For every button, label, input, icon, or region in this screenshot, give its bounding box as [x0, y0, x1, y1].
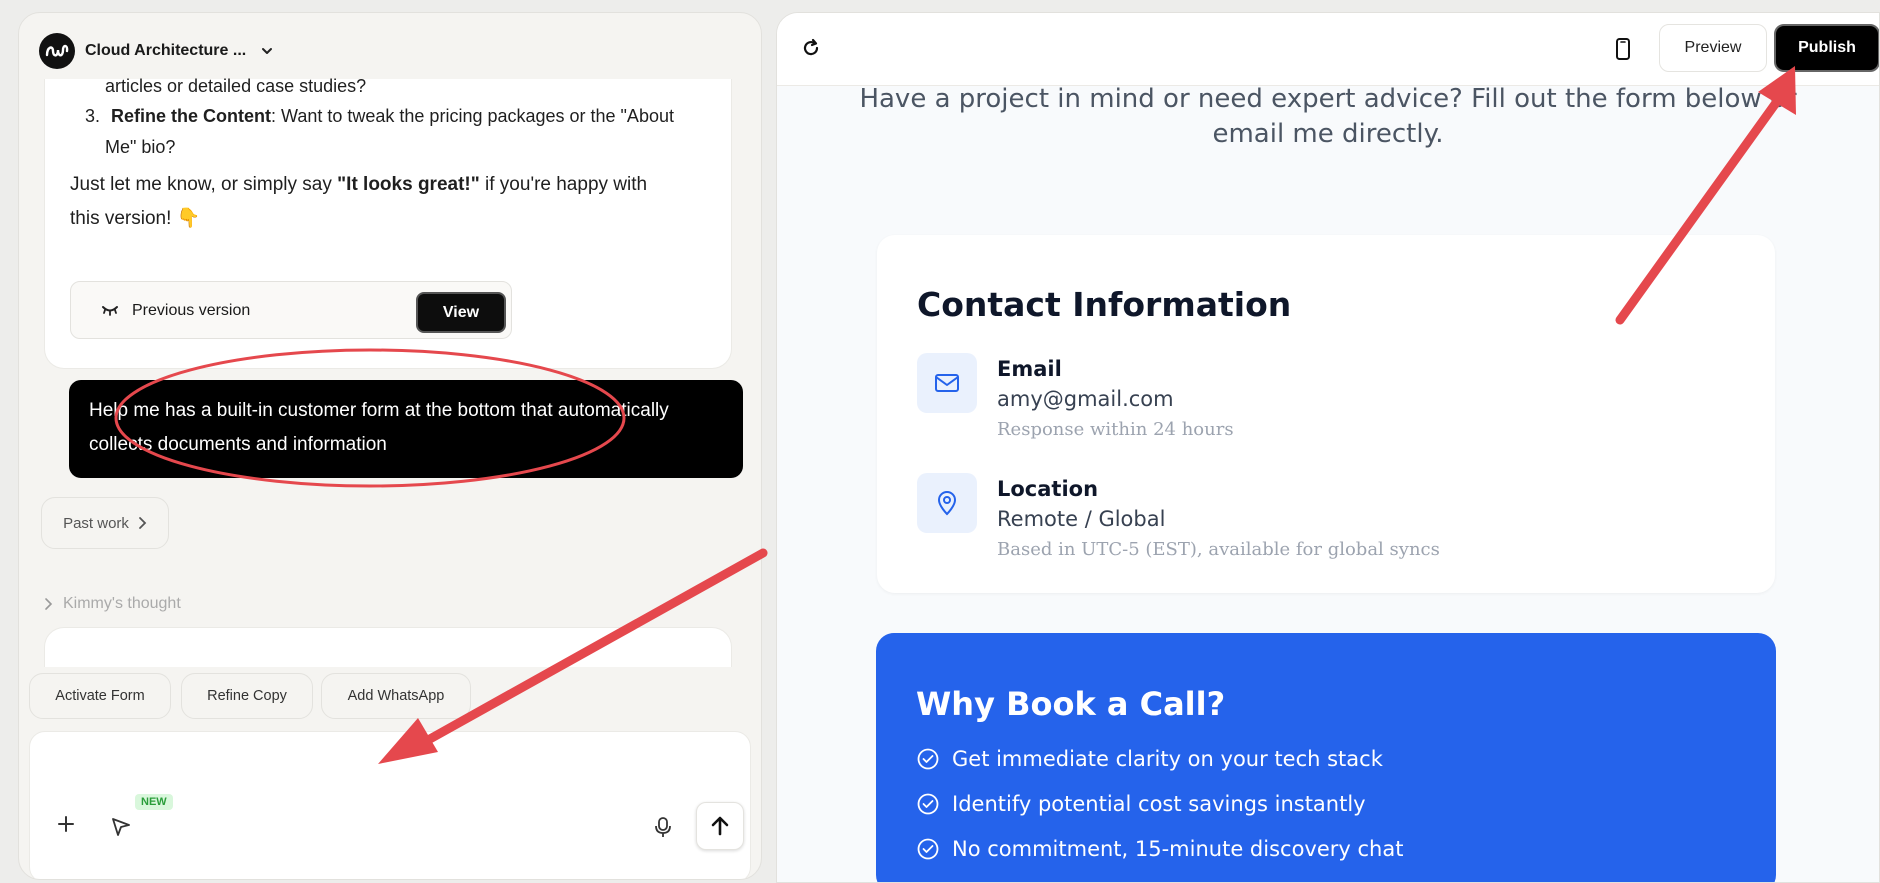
email-value[interactable]: amy@gmail.com — [997, 387, 1174, 411]
suggestion-add-whatsapp[interactable]: Add WhatsApp — [321, 673, 471, 719]
arrow-up-icon — [711, 816, 729, 836]
chevron-down-icon[interactable] — [260, 44, 274, 58]
thought-toggle[interactable]: Kimmy's thought — [43, 595, 181, 613]
preview-button[interactable]: Preview — [1659, 24, 1767, 72]
suggestion-activate-form[interactable]: Activate Form — [29, 673, 171, 719]
preview-panel: Preview Publish Have a project in mind o… — [776, 12, 1880, 883]
eye-closed-icon — [102, 306, 118, 316]
past-work-button[interactable]: Past work — [41, 497, 169, 549]
assistant-message-card — [44, 627, 732, 667]
why-list-item: Identify potential cost savings instantl… — [916, 792, 1366, 816]
chevron-right-icon — [139, 517, 147, 529]
location-sub: Based in UTC-5 (EST), available for glob… — [997, 539, 1440, 560]
view-button[interactable]: View — [416, 292, 506, 333]
why-heading: Why Book a Call? — [916, 685, 1226, 723]
email-title: Email — [997, 357, 1062, 381]
contact-intro-text: email me directly. — [1212, 119, 1444, 149]
location-title: Location — [997, 477, 1099, 501]
mail-icon — [917, 353, 977, 413]
publish-button[interactable]: Publish — [1774, 24, 1879, 72]
suggestion-refine-copy[interactable]: Refine Copy — [181, 673, 313, 719]
user-message-bubble: Help me has a built-in customer form at … — [69, 380, 743, 478]
chat-input-box[interactable]: NEW — [29, 731, 751, 879]
microphone-icon[interactable] — [654, 816, 672, 838]
chat-panel: Cloud Architecture ... articles or detai… — [18, 12, 762, 880]
check-circle-icon — [917, 748, 939, 770]
send-button[interactable] — [696, 802, 744, 850]
check-circle-icon — [917, 793, 939, 815]
previous-version-label: Previous version — [132, 302, 251, 319]
why-list-item: Get immediate clarity on your tech stack — [916, 747, 1383, 771]
preview-toolbar: Preview Publish — [777, 13, 1879, 86]
why-list-item: No commitment, 15-minute discovery chat — [916, 837, 1403, 861]
contact-intro-text: Have a project in mind or need expert ad… — [859, 84, 1797, 114]
previous-version-box: Previous version View — [70, 281, 512, 339]
message-text: this version! 👇 — [70, 208, 201, 229]
check-circle-icon — [917, 838, 939, 860]
mobile-view-icon[interactable] — [1615, 37, 1631, 61]
contact-heading: Contact Information — [917, 285, 1292, 324]
refresh-icon[interactable] — [801, 38, 821, 58]
contact-info-card: Contact Information Email amy@gmail.com … — [877, 235, 1775, 593]
email-sub: Response within 24 hours — [997, 419, 1234, 440]
cursor-select-icon[interactable] — [110, 816, 132, 838]
assistant-message-card: articles or detailed case studies? 3. Re… — [44, 76, 732, 369]
map-pin-icon — [917, 473, 977, 533]
message-text: Me" bio? — [105, 137, 176, 157]
location-value: Remote / Global — [997, 507, 1166, 531]
app-logo[interactable] — [39, 33, 75, 69]
user-message-text: collects documents and information — [89, 434, 387, 455]
user-message-text: Help me has a built-in customer form at … — [89, 400, 669, 421]
project-title[interactable]: Cloud Architecture ... — [85, 42, 246, 60]
message-text: articles or detailed case studies? — [105, 76, 367, 96]
list-item-refine: 3. Refine the Content: Want to tweak the… — [85, 106, 674, 126]
why-book-call-card: Why Book a Call? Get immediate clarity o… — [876, 633, 1776, 882]
new-badge: NEW — [135, 794, 173, 810]
plus-icon[interactable] — [56, 814, 76, 834]
message-text: Just let me know, or simply say "It look… — [70, 174, 648, 195]
chevron-right-icon — [45, 598, 53, 610]
